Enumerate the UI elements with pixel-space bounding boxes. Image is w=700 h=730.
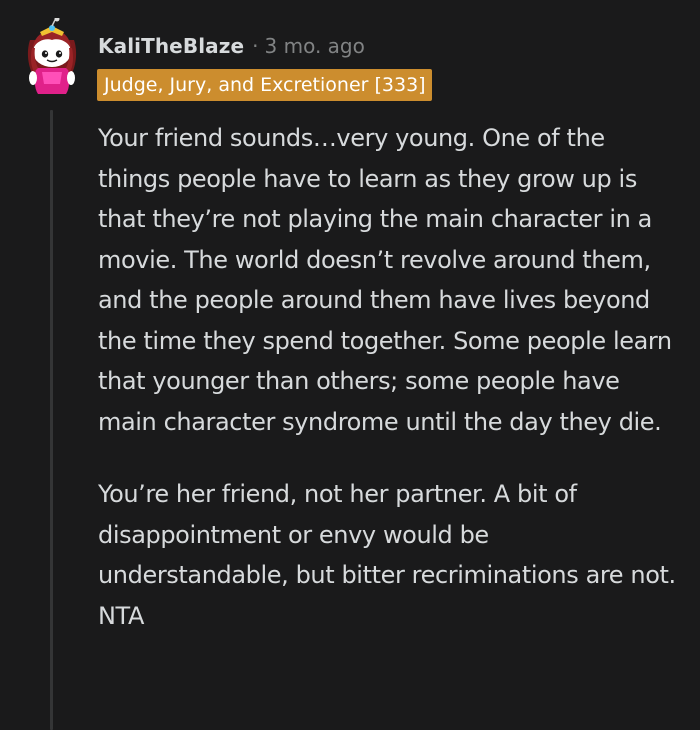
thread-collapse-line[interactable]: [50, 110, 53, 730]
user-avatar-icon[interactable]: [22, 18, 82, 96]
author-username[interactable]: KaliTheBlaze: [98, 34, 244, 58]
comment-paragraph: You’re her friend, not her partner. A bi…: [98, 480, 676, 630]
comment-paragraph: Your friend sounds…very young. One of th…: [98, 124, 672, 436]
comment-timestamp[interactable]: 3 mo. ago: [265, 34, 365, 58]
user-flair: Judge, Jury, and Excretioner [333]: [97, 69, 432, 101]
comment-body: Your friend sounds…very young. One of th…: [98, 118, 683, 636]
comment: KaliTheBlaze · 3 mo. ago Judge, Jury, an…: [0, 0, 700, 730]
meta-separator: ·: [252, 34, 259, 58]
comment-header: KaliTheBlaze · 3 mo. ago: [98, 30, 365, 62]
